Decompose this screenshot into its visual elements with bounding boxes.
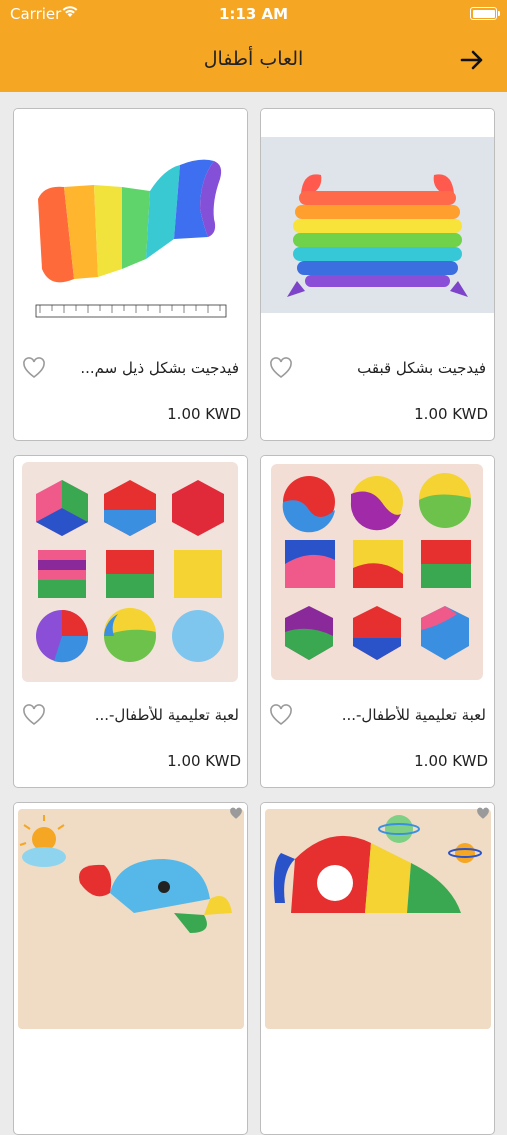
product-image: [14, 456, 247, 688]
product-card[interactable]: فيدجيت بشكل قبقب 1.00 KWD: [260, 108, 495, 441]
heart-icon[interactable]: [269, 704, 293, 726]
product-image: [14, 109, 247, 341]
product-price: 1.00 KWD: [414, 405, 488, 423]
page-title: العاب أطفال: [203, 48, 304, 70]
product-name: فيدجيت بشكل ذيل سم...: [80, 359, 239, 377]
app-header: Carrier 1:13 AM العاب أطفال: [0, 0, 507, 92]
product-card[interactable]: [260, 802, 495, 1135]
heart-icon[interactable]: [22, 357, 46, 379]
product-card[interactable]: [13, 802, 248, 1135]
status-bar: Carrier 1:13 AM: [0, 0, 507, 28]
heart-icon[interactable]: [22, 704, 46, 726]
product-name: لعبة تعليمية للأطفال-...: [341, 706, 486, 724]
clock: 1:13 AM: [218, 5, 289, 23]
heart-icon[interactable]: [269, 357, 293, 379]
product-name: فيدجيت بشكل قبقب: [357, 359, 486, 377]
product-price: 1.00 KWD: [167, 405, 241, 423]
product-card[interactable]: فيدجيت بشكل ذيل سم... 1.00 KWD: [13, 108, 248, 441]
heart-icon[interactable]: [229, 807, 243, 820]
product-price: 1.00 KWD: [414, 752, 488, 770]
product-image: [261, 803, 494, 1035]
heart-icon[interactable]: [476, 807, 490, 820]
back-arrow-icon[interactable]: [459, 49, 485, 71]
product-image: [261, 109, 494, 341]
product-image: [14, 803, 247, 1035]
product-image: [261, 456, 494, 688]
product-name: لعبة تعليمية للأطفال-...: [94, 706, 239, 724]
product-card[interactable]: لعبة تعليمية للأطفال-... 1.00 KWD: [13, 455, 248, 788]
product-price: 1.00 KWD: [167, 752, 241, 770]
product-card[interactable]: لعبة تعليمية للأطفال-... 1.00 KWD: [260, 455, 495, 788]
battery-icon: [470, 7, 500, 20]
